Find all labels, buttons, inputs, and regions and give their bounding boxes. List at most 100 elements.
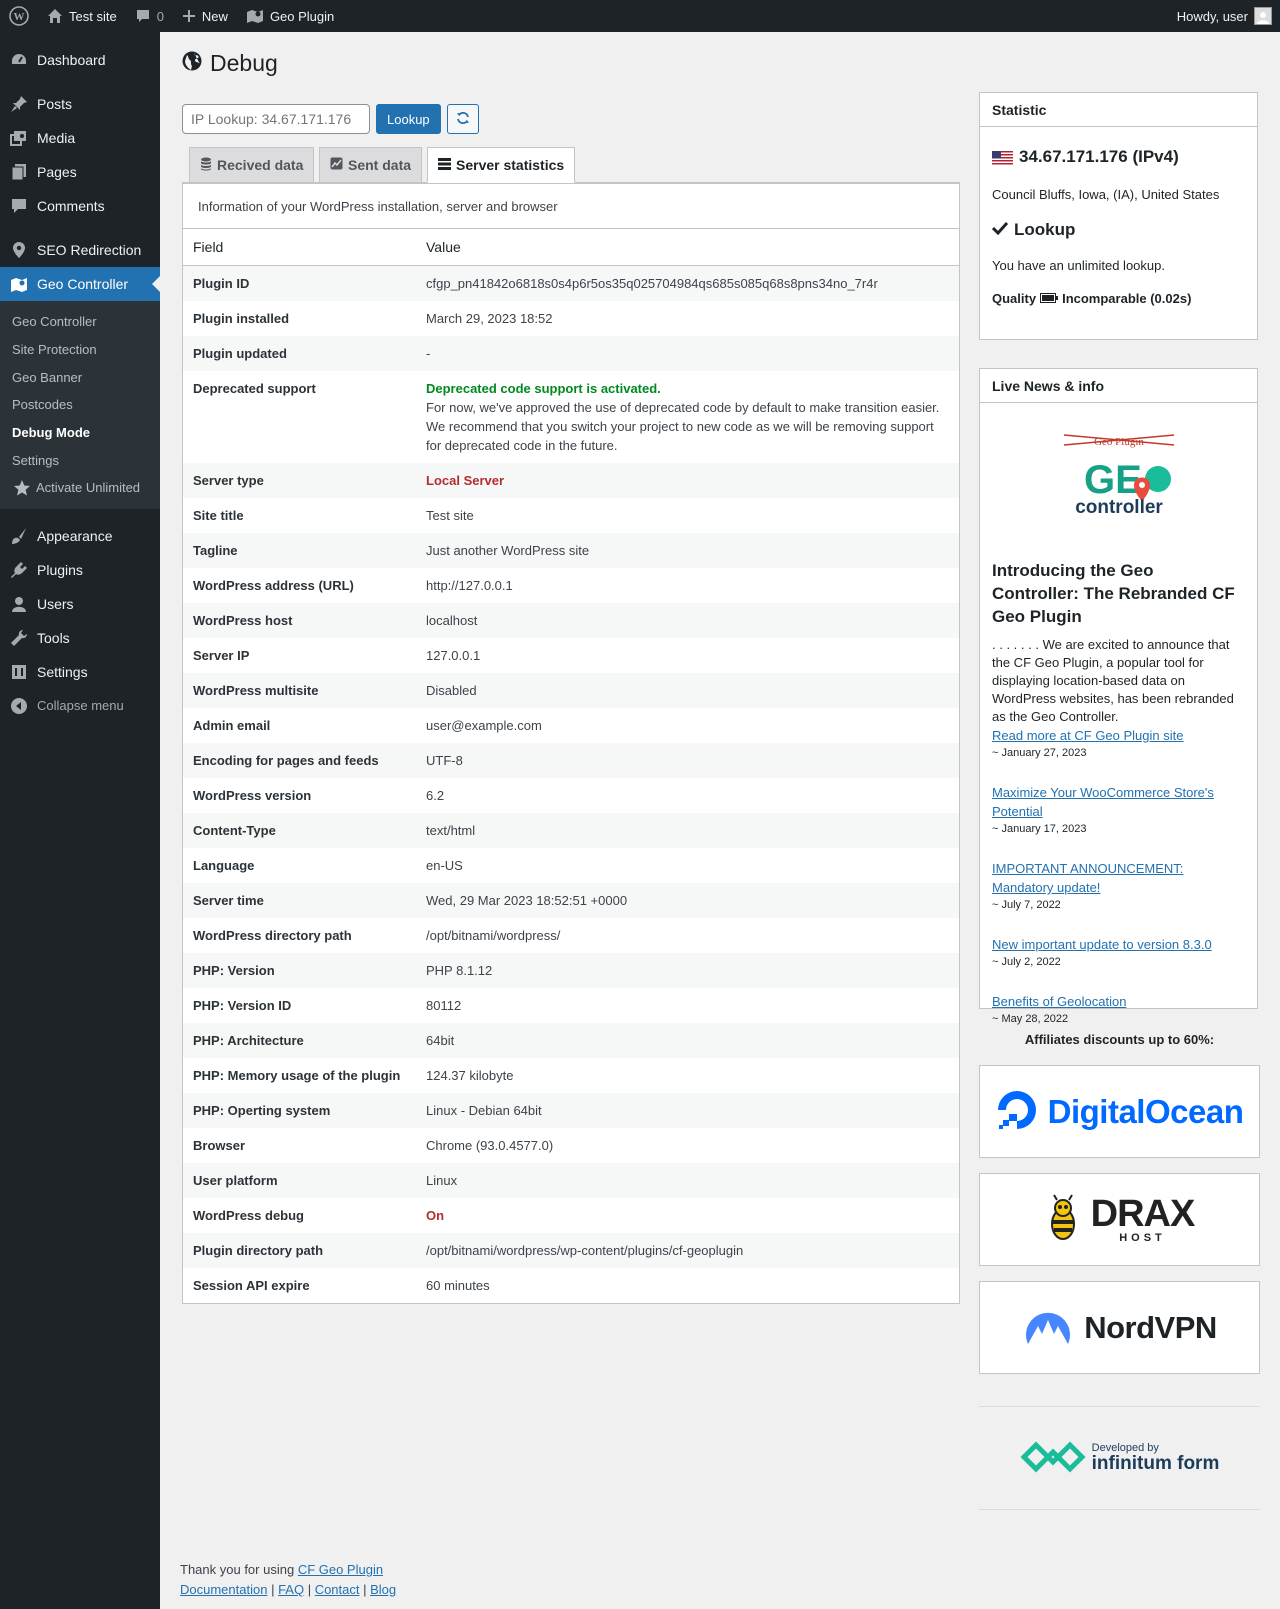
menu-plugins[interactable]: Plugins bbox=[0, 553, 160, 587]
field-cell: Site title bbox=[193, 507, 244, 523]
submenu-geo-controller[interactable]: Geo Controller bbox=[0, 308, 160, 336]
value-cell: 6.2 bbox=[416, 778, 959, 813]
value-text: cfgp_pn41842o6818s0s4p6r5os35q025704984q… bbox=[426, 275, 878, 291]
field-cell: PHP: Operting system bbox=[183, 1092, 416, 1128]
new-content-link[interactable]: New bbox=[173, 0, 237, 32]
pages-icon bbox=[10, 163, 28, 181]
field-cell: WordPress host bbox=[183, 602, 416, 638]
menu-users[interactable]: Users bbox=[0, 587, 160, 621]
table-row: WordPress version 6.2 bbox=[183, 778, 959, 813]
submenu-activate-unlimited[interactable]: Activate Unlimited bbox=[0, 474, 160, 502]
news-item-date: ~ July 2, 2022 bbox=[992, 956, 1061, 968]
field-cell: Session API expire bbox=[193, 1277, 310, 1293]
submenu-geo-banner[interactable]: Geo Banner bbox=[0, 363, 160, 391]
news-item: IMPORTANT ANNOUNCEMENT: Mandatory update… bbox=[992, 859, 1245, 911]
lookup-text: You have an unlimited lookup. bbox=[992, 258, 1165, 273]
menu-posts[interactable]: Posts bbox=[0, 87, 160, 121]
menu-settings[interactable]: Settings bbox=[0, 655, 160, 689]
home-icon bbox=[47, 8, 63, 24]
value-text: March 29, 2023 18:52 bbox=[426, 310, 553, 326]
value-cell: Local Server bbox=[416, 462, 959, 498]
field-cell: Server type bbox=[183, 462, 416, 498]
field-cell: Server time bbox=[183, 882, 416, 918]
table-header-row: Field Value bbox=[183, 229, 959, 266]
documentation-link[interactable]: Documentation bbox=[180, 1582, 267, 1597]
brush-icon bbox=[10, 527, 28, 545]
field-cell: PHP: Architecture bbox=[183, 1022, 416, 1058]
ip-location: Council Bluffs, Iowa, (IA), United State… bbox=[992, 187, 1220, 202]
value-cell: Wed, 29 Mar 2023 18:52:51 +0000 bbox=[416, 882, 959, 918]
field-cell: Language bbox=[193, 857, 255, 873]
digitalocean-logo-text: DigitalOcean bbox=[1047, 1092, 1244, 1130]
draxhost-affiliate[interactable]: DRAX HOST bbox=[979, 1173, 1260, 1266]
tab-received-data[interactable]: Recived data bbox=[189, 147, 315, 183]
table-row: Browser Chrome (93.0.4577.0) bbox=[183, 1128, 959, 1163]
menu-label: Dashboard bbox=[37, 52, 106, 68]
field-cell: PHP: Memory usage of the plugin bbox=[193, 1067, 401, 1083]
collapse-menu-button[interactable]: Collapse menu bbox=[0, 689, 160, 723]
wordpress-logo-icon[interactable]: W bbox=[0, 0, 38, 32]
value-cell: PHP 8.1.12 bbox=[416, 952, 959, 988]
nordvpn-logo-icon bbox=[1022, 1304, 1074, 1351]
site-name-link[interactable]: Test site bbox=[38, 0, 126, 32]
blog-link[interactable]: Blog bbox=[370, 1582, 396, 1597]
contact-link[interactable]: Contact bbox=[315, 1582, 360, 1597]
value-cell: /opt/bitnami/wordpress/ bbox=[416, 918, 959, 953]
svg-text:W: W bbox=[14, 11, 25, 23]
geo-plugin-link[interactable]: Geo Plugin bbox=[237, 0, 343, 32]
column-header-field: Field bbox=[183, 229, 416, 266]
menu-appearance[interactable]: Appearance bbox=[0, 519, 160, 553]
value-cell: Linux bbox=[416, 1162, 959, 1198]
battery-icon bbox=[1040, 291, 1059, 306]
news-item-link[interactable]: IMPORTANT ANNOUNCEMENT: Mandatory update… bbox=[992, 859, 1245, 897]
field-cell: Admin email bbox=[193, 717, 271, 733]
globe-icon bbox=[182, 50, 202, 77]
digitalocean-affiliate[interactable]: DigitalOcean bbox=[979, 1065, 1260, 1158]
cf-geo-plugin-link[interactable]: CF Geo Plugin bbox=[298, 1562, 383, 1577]
developed-by-infinitum-form[interactable]: Developed by infinitum form bbox=[979, 1406, 1260, 1510]
footer-thanks: Thank you for using CF Geo Plugin bbox=[180, 1562, 384, 1577]
live-news-box: Live News & info Geo Plugin GE controlle… bbox=[979, 368, 1258, 1025]
news-item-link[interactable]: Maximize Your WooCommerce Store's Potent… bbox=[992, 783, 1245, 821]
menu-comments[interactable]: Comments bbox=[0, 189, 160, 223]
nordvpn-affiliate[interactable]: NordVPN bbox=[979, 1281, 1260, 1374]
news-item-link[interactable]: Benefits of Geolocation bbox=[992, 992, 1245, 1011]
submenu-postcodes[interactable]: Postcodes bbox=[0, 391, 160, 419]
ip-lookup-input[interactable] bbox=[182, 104, 370, 134]
us-flag-icon bbox=[992, 150, 1013, 165]
field-cell: WordPress directory path bbox=[193, 927, 352, 943]
tab-server-statistics[interactable]: Server statistics bbox=[427, 147, 576, 183]
site-name: Test site bbox=[69, 8, 117, 24]
value-cell: UTF-8 bbox=[416, 742, 959, 778]
infinitum-logo-icon bbox=[1020, 1440, 1086, 1477]
menu-dashboard[interactable]: Dashboard bbox=[0, 43, 160, 77]
submenu-debug-mode[interactable]: Debug Mode bbox=[0, 419, 160, 447]
faq-link[interactable]: FAQ bbox=[278, 1582, 304, 1597]
quality-row: Quality Incomparable (0.02s) bbox=[992, 291, 1192, 306]
submenu-settings[interactable]: Settings bbox=[0, 446, 160, 474]
geo-controller-logo: Geo Plugin GE controller bbox=[992, 415, 1245, 545]
value-cell: en-US bbox=[416, 848, 959, 883]
plugin-icon bbox=[10, 561, 28, 579]
field-cell: WordPress version bbox=[193, 787, 312, 803]
comments-link[interactable]: 0 bbox=[126, 0, 173, 32]
refresh-button[interactable] bbox=[446, 104, 479, 134]
menu-media[interactable]: Media bbox=[0, 121, 160, 155]
read-more-link[interactable]: Read more at CF Geo Plugin site bbox=[992, 726, 1245, 745]
ip-lookup-form: Lookup bbox=[182, 104, 479, 134]
table-row: Site title Test site bbox=[183, 498, 959, 533]
table-row: Plugin installed March 29, 2023 18:52 bbox=[183, 301, 959, 336]
submenu-site-protection[interactable]: Site Protection bbox=[0, 336, 160, 364]
my-account[interactable]: Howdy, user bbox=[1168, 0, 1280, 32]
lookup-button[interactable]: Lookup bbox=[376, 104, 441, 134]
menu-seo-redirection[interactable]: SEO Redirection bbox=[0, 233, 160, 267]
value-text: Linux bbox=[426, 1172, 458, 1188]
deprecated-status: Deprecated code support is activated. bbox=[426, 380, 661, 396]
table-row: Language en-US bbox=[183, 848, 959, 883]
menu-geo-controller[interactable]: Geo Controller bbox=[0, 267, 160, 301]
menu-tools[interactable]: Tools bbox=[0, 621, 160, 655]
tab-sent-data[interactable]: Sent data bbox=[319, 147, 423, 183]
menu-pages[interactable]: Pages bbox=[0, 155, 160, 189]
value-text: UTF-8 bbox=[426, 752, 463, 768]
news-item-link[interactable]: New important update to version 8.3.0 bbox=[992, 935, 1245, 954]
